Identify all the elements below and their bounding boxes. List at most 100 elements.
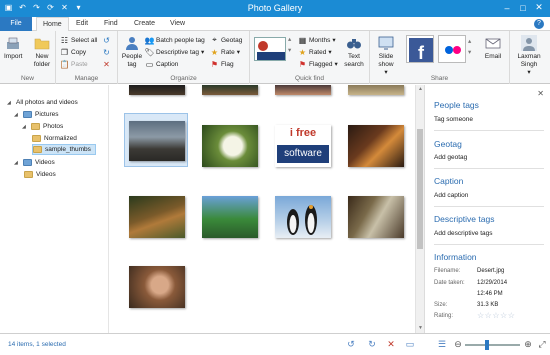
nav-videos[interactable]: Videos [24,169,56,180]
logo-thumbnail[interactable]: i free software [275,125,331,167]
share-scroll[interactable]: ▴ ▾ [468,37,471,56]
rating-star-icon[interactable]: ☆ [477,311,485,320]
ribbon-group-new: Import New folder New [0,31,56,84]
quick-find-thumbnail[interactable] [254,37,286,61]
rating-star-icon[interactable]: ☆ [500,311,508,320]
photo-thumbnail[interactable] [275,85,331,95]
nav-videos-group[interactable]: ◢ Videos [14,157,55,168]
facebook-share-button[interactable]: f [406,35,434,63]
nav-all-photos-videos[interactable]: ◢ All photos and videos [7,97,78,108]
import-button[interactable]: Import [4,34,22,61]
quick-find-scroll[interactable]: ▴ ▾ [288,35,291,54]
maximize-button[interactable]: □ [516,1,530,14]
help-icon[interactable]: ? [534,19,544,29]
nav-normalized[interactable]: Normalized [32,133,77,144]
flagged-button[interactable]: ⚑ Flagged ▾ [298,59,338,69]
paste-button[interactable]: 📋 Paste [60,59,88,69]
email-button[interactable]: Email [478,34,508,61]
tab-view[interactable]: View [164,17,191,31]
flickr-share-button[interactable] [438,35,466,63]
copy-button[interactable]: ❐ Copy [60,47,86,57]
add-descriptive-tags-link[interactable]: Add descriptive tags [434,230,493,237]
slide-show-icon[interactable]: ▭ [404,339,416,350]
flag-icon: ⚑ [210,59,219,69]
rating-star-icon[interactable]: ☆ [508,311,516,320]
rate-button[interactable]: ★ Rate ▾ [210,47,240,57]
tab-home[interactable]: Home [36,17,69,32]
photo-thumbnail[interactable] [348,196,404,238]
user-account-button[interactable]: Laxman Singh ▾ [512,34,546,77]
photo-thumbnail[interactable] [129,266,185,308]
photo-thumbnail[interactable] [348,125,404,167]
collapse-icon[interactable]: ◢ [7,100,13,106]
photo-thumbnail[interactable] [202,85,258,95]
people-group-icon: 👥 [144,35,155,45]
folder-icon [33,146,42,153]
desert-photo-thumbnail[interactable] [129,121,185,161]
batch-people-tag-button[interactable]: 👥 Batch people tag [145,35,205,45]
select-all-button[interactable]: ☷ Select all [60,35,97,45]
scrollbar-thumb[interactable] [417,129,423,249]
tag-someone-link[interactable]: Tag someone [434,116,473,123]
vertical-scrollbar[interactable]: ▲ ▼ [415,85,424,333]
collapse-icon[interactable]: ◢ [14,112,20,118]
photo-thumbnail[interactable] [129,196,185,238]
photo-thumbnail[interactable] [129,85,185,95]
collapse-icon[interactable]: ◢ [14,160,20,166]
ribbon-group-share: Slide show ▾ f ▴ ▾ Email Share [370,31,510,84]
slide-show-button[interactable]: Slide show ▾ [373,34,399,77]
tab-file[interactable]: File [0,17,32,31]
zoom-out-icon[interactable]: ⊖ [452,339,464,350]
photo-thumbnail[interactable] [202,196,258,238]
delete-icon[interactable]: ✕ [385,339,397,350]
zoom-slider-knob[interactable] [485,340,489,350]
minimize-button[interactable]: – [500,1,514,14]
new-folder-button[interactable]: New folder [29,34,55,69]
nav-photos[interactable]: ◢ Photos [22,121,63,132]
details-view-icon[interactable]: ☰ [436,339,448,350]
nav-sample-thumbs[interactable]: sample_thumbs [32,144,96,155]
rating-star-icon[interactable]: ☆ [492,311,500,320]
people-tag-button[interactable]: People tag [121,34,143,69]
fit-icon[interactable]: ⤢ [536,339,548,350]
photo-thumbnail[interactable] [348,85,404,95]
ribbon-tabs: File Home Edit Find Create View ? [0,17,550,32]
caption-button[interactable]: ▭ Caption [145,59,179,69]
add-geotag-link[interactable]: Add geotag [434,154,467,161]
scroll-down-icon: ▾ [468,49,472,56]
date-taken-value[interactable]: 12/29/2014 [477,280,507,286]
rating-stars[interactable]: ☆☆☆☆☆ [477,311,515,320]
descriptive-tags-heading: Descriptive tags [434,214,495,224]
nav-pictures[interactable]: ◢ Pictures [14,109,58,120]
rotate-left-icon: ↺ [103,35,110,45]
tab-create[interactable]: Create [128,17,161,31]
star-icon: ★ [298,47,307,57]
rotate-right-button[interactable]: ↻ [102,47,111,57]
geotag-icon: ⌖ [212,35,217,44]
rated-button[interactable]: ★ Rated ▾ [298,47,332,57]
zoom-slider[interactable] [465,340,520,350]
close-info-pane-icon[interactable]: ✕ [537,89,544,98]
add-caption-link[interactable]: Add caption [434,192,468,199]
tab-find[interactable]: Find [98,17,124,31]
tab-edit[interactable]: Edit [70,17,94,31]
geotag-button[interactable]: ⌖ Geotag [210,35,242,45]
info-pane: ✕ People tags Tag someone Geotag Add geo… [424,85,550,333]
rotate-right-icon[interactable]: ↻ [366,339,378,350]
zoom-in-icon[interactable]: ⊕ [522,339,534,350]
time-taken-value[interactable]: 12:46 PM [477,291,503,297]
window-controls: – □ ✕ [500,1,546,14]
collapse-icon[interactable]: ◢ [22,124,28,130]
photo-thumbnail[interactable] [202,125,258,167]
rotate-left-icon[interactable]: ↺ [345,339,357,350]
close-button[interactable]: ✕ [532,1,546,14]
text-search-button[interactable]: Text search [342,34,366,69]
penguins-photo-thumbnail[interactable] [275,196,331,238]
filename-value[interactable]: Desert.jpg [477,268,504,274]
rotate-left-button[interactable]: ↺ [102,35,111,45]
photo-cell-selected[interactable] [124,113,188,167]
months-button[interactable]: ▦ Months ▾ [298,35,336,45]
descriptive-tag-button[interactable]: 🏷 Descriptive tag ▾ [144,47,204,57]
flag-button[interactable]: ⚑ Flag [210,59,234,69]
delete-button[interactable]: ✕ [102,59,111,69]
